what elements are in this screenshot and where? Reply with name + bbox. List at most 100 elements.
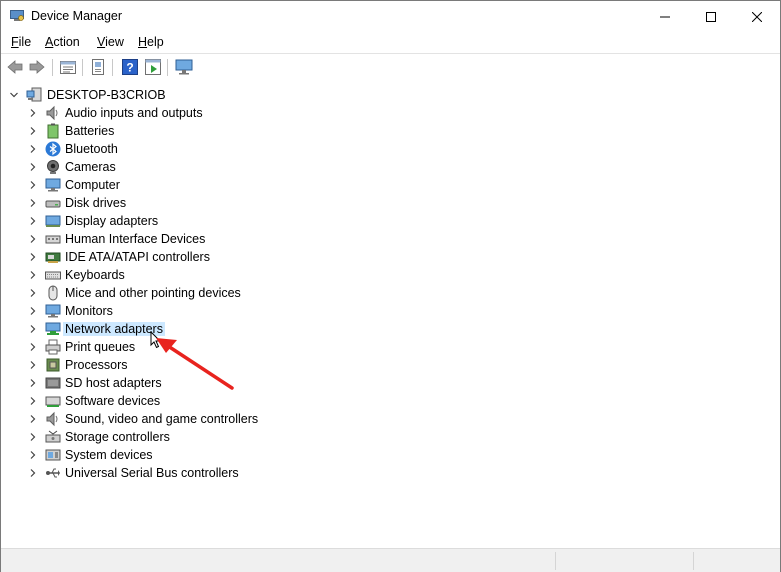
chevron-right-icon[interactable] [28, 126, 38, 136]
tree-item[interactable]: Monitors [1, 302, 780, 320]
update-driver-button[interactable] [89, 58, 107, 76]
tree-item-label: System devices [65, 448, 153, 462]
tree-item[interactable]: Mice and other pointing devices [1, 284, 780, 302]
disk-icon [45, 200, 61, 208]
forward-button[interactable] [28, 58, 46, 76]
tree-item[interactable]: IDE ATA/ATAPI controllers [1, 248, 780, 266]
chevron-right-icon[interactable] [28, 180, 38, 190]
tree-item-label: Sound, video and game controllers [65, 412, 259, 426]
maximize-button[interactable] [688, 1, 734, 32]
svg-text:?: ? [126, 61, 133, 75]
camera-icon [47, 160, 59, 174]
tree-item[interactable]: Batteries [1, 122, 780, 140]
chevron-right-icon[interactable] [28, 270, 38, 280]
chevron-right-icon[interactable] [28, 378, 38, 388]
chevron-right-icon[interactable] [28, 396, 38, 406]
minimize-icon [660, 16, 670, 17]
tree-item-label: Batteries [65, 124, 115, 138]
tree-item[interactable]: Cameras [1, 158, 780, 176]
maximize-icon [706, 11, 716, 22]
show-devices-button[interactable] [175, 58, 193, 76]
menu-view[interactable]: View [97, 35, 124, 49]
tree-item-label: IDE ATA/ATAPI controllers [65, 250, 210, 264]
chevron-right-icon[interactable] [28, 342, 38, 352]
chevron-right-icon[interactable] [28, 144, 38, 154]
chevron-right-icon[interactable] [28, 432, 38, 442]
tree-item[interactable]: Network adapters [1, 320, 780, 338]
tree-item[interactable]: Bluetooth [1, 140, 780, 158]
chevron-right-icon[interactable] [28, 414, 38, 424]
tree-item-label: Software devices [65, 394, 161, 408]
chevron-right-icon[interactable] [28, 108, 38, 118]
chevron-right-icon[interactable] [28, 234, 38, 244]
menu-file[interactable]: File [11, 35, 31, 49]
computer-icon [45, 178, 61, 192]
tree-item-label: Keyboards [65, 268, 125, 282]
tree-item-label: SD host adapters [65, 376, 162, 390]
toolbar-separator [52, 59, 53, 76]
chevron-right-icon[interactable] [28, 360, 38, 370]
chevron-right-icon[interactable] [28, 450, 38, 460]
tree-item-label: Mice and other pointing devices [65, 286, 241, 300]
tree-item-label: Monitors [65, 304, 113, 318]
speaker-icon [46, 105, 58, 121]
properties-button[interactable] [59, 58, 77, 76]
device-manager-app-icon [10, 10, 24, 21]
chevron-right-icon[interactable] [28, 162, 38, 172]
title-bar[interactable]: Device Manager [1, 1, 780, 32]
status-pane [555, 552, 556, 570]
tree-item[interactable]: Disk drives [1, 194, 780, 212]
printer-icon [45, 339, 61, 355]
hid-icon [45, 235, 61, 244]
tree-item[interactable]: Processors [1, 356, 780, 374]
tree-item[interactable]: Audio inputs and outputs [1, 104, 780, 122]
help-icon: ? [122, 59, 138, 75]
tree-item[interactable]: Human Interface Devices [1, 230, 780, 248]
tree-item[interactable]: System devices [1, 446, 780, 464]
tree-item[interactable]: Print queues [1, 338, 780, 356]
minimize-button[interactable] [642, 1, 688, 32]
chevron-right-icon[interactable] [28, 324, 38, 334]
toolbar: ? [1, 53, 780, 82]
back-button[interactable] [6, 58, 24, 76]
monitor-icon [175, 59, 193, 75]
scan-hardware-button[interactable] [144, 58, 162, 76]
tree-item[interactable]: Software devices [1, 392, 780, 410]
tree-root-label: DESKTOP-B3CRIOB [47, 88, 166, 102]
tree-item-label: Disk drives [65, 196, 127, 210]
device-manager-window: Device Manager File Action View Help ? D… [0, 0, 781, 572]
menu-help[interactable]: Help [138, 35, 164, 49]
help-button[interactable]: ? [121, 58, 139, 76]
tree-root[interactable]: DESKTOP-B3CRIOB [1, 86, 780, 104]
close-icon [752, 11, 762, 22]
usb-icon [46, 468, 60, 478]
update-icon [92, 59, 104, 75]
chevron-right-icon[interactable] [28, 468, 38, 478]
chevron-down-icon[interactable] [9, 90, 19, 100]
sound-icon [46, 411, 58, 427]
scan-icon [145, 59, 161, 75]
tree-item-label: Computer [65, 178, 120, 192]
tree-item[interactable]: SD host adapters [1, 374, 780, 392]
chevron-right-icon[interactable] [28, 288, 38, 298]
tree-item[interactable]: Sound, video and game controllers [1, 410, 780, 428]
tree-item[interactable]: Computer [1, 176, 780, 194]
mouse-cursor-icon [150, 331, 162, 349]
tree-item[interactable]: Keyboards [1, 266, 780, 284]
toolbar-separator [112, 59, 113, 76]
tree-item[interactable]: Universal Serial Bus controllers [1, 464, 780, 482]
tree-item-label: Print queues [65, 340, 136, 354]
chevron-right-icon[interactable] [28, 252, 38, 262]
tree-item[interactable]: Display adapters [1, 212, 780, 230]
close-button[interactable] [734, 1, 780, 32]
menu-action[interactable]: Action [45, 35, 80, 49]
device-tree[interactable]: DESKTOP-B3CRIOB Audio inputs and outputs… [1, 81, 780, 548]
chevron-right-icon[interactable] [28, 198, 38, 208]
forward-icon [29, 60, 45, 74]
tree-item-label: Bluetooth [65, 142, 118, 156]
network-icon [45, 322, 61, 335]
chevron-right-icon[interactable] [28, 216, 38, 226]
battery-icon [47, 123, 59, 139]
chevron-right-icon[interactable] [28, 306, 38, 316]
tree-item[interactable]: Storage controllers [1, 428, 780, 446]
